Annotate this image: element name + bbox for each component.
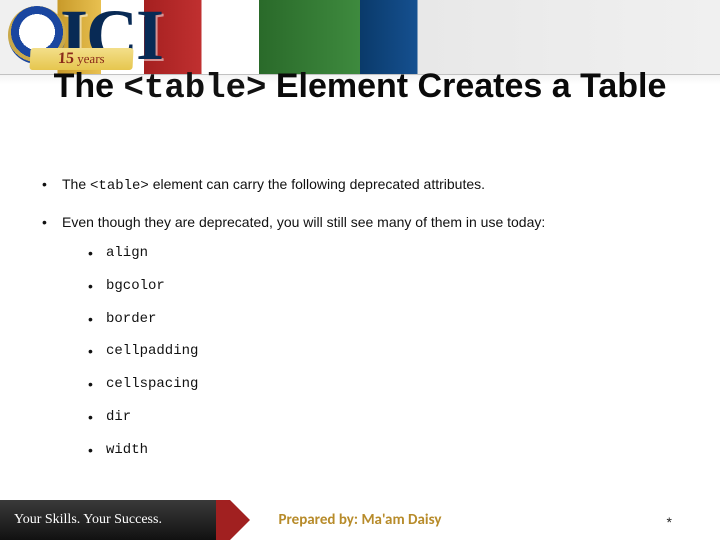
title-code: <table> <box>124 70 267 108</box>
footer: Your Skills. Your Success. Prepared by: … <box>0 500 720 540</box>
attribute-list: align bgcolor border cellpadding cellspa… <box>86 243 682 461</box>
bullet-item: The <table> element can carry the follow… <box>38 174 682 198</box>
attribute-item: bgcolor <box>86 276 682 298</box>
slide-title: The <table> Element Creates a Table <box>0 66 720 110</box>
footer-tagline: Your Skills. Your Success. <box>14 512 162 528</box>
footer-wedge-icon <box>216 500 230 540</box>
footer-tagline-banner: Your Skills. Your Success. <box>0 500 230 540</box>
ribbon-years: 15 <box>58 50 75 67</box>
header-banner: ICI 15 years <box>0 0 720 75</box>
bullet-code: <table> <box>90 178 149 194</box>
title-pre: The <box>54 67 124 105</box>
attribute-item: width <box>86 440 682 462</box>
attribute-item: cellpadding <box>86 341 682 363</box>
title-post: Element Creates a Table <box>266 67 666 105</box>
bullet-pre: The <box>62 176 90 192</box>
bullet-post: element can carry the following deprecat… <box>149 176 485 192</box>
ribbon-text: years <box>77 51 105 66</box>
attribute-item: cellspacing <box>86 374 682 396</box>
slide-content: The <table> element can carry the follow… <box>38 174 682 475</box>
bullet-pre: Even though they are deprecated, you wil… <box>62 214 545 230</box>
footer-marker: * <box>667 514 672 530</box>
attribute-item: dir <box>86 407 682 429</box>
attribute-item: align <box>86 243 682 265</box>
attribute-item: border <box>86 309 682 331</box>
bullet-item: Even though they are deprecated, you wil… <box>38 212 682 462</box>
